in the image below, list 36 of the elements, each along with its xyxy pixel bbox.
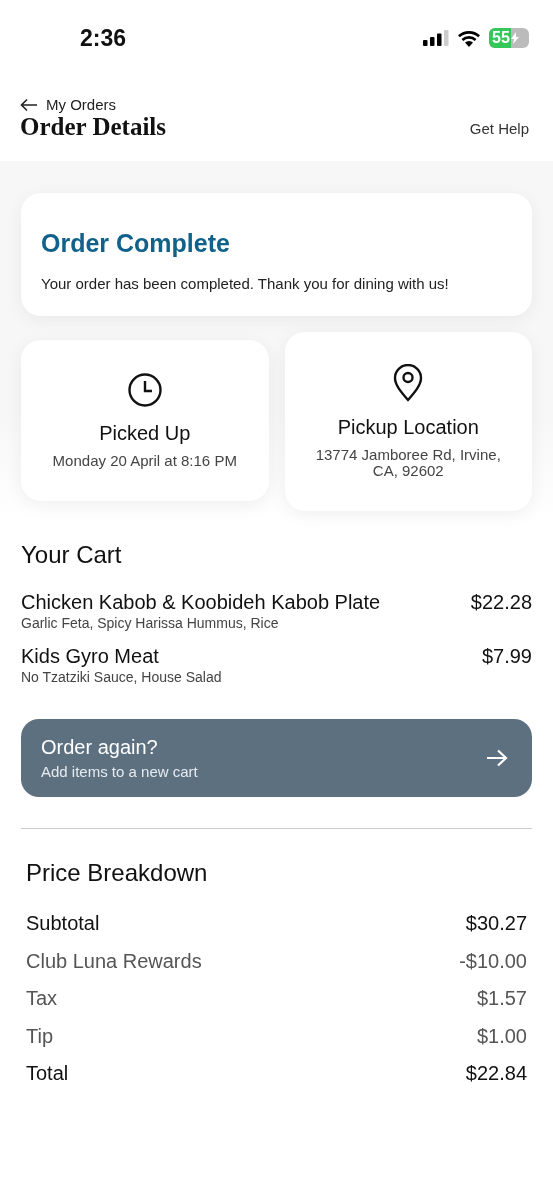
location-pin-icon	[393, 364, 424, 402]
back-link[interactable]: My Orders	[20, 96, 167, 113]
item-price: $22.28	[470, 591, 532, 615]
arrow-right-icon	[486, 749, 508, 767]
info-detail: Monday 20 April at 8:16 PM	[52, 453, 237, 469]
battery-icon: 55	[489, 28, 529, 48]
item-price: $7.99	[481, 645, 532, 669]
clock-icon	[126, 372, 163, 408]
signal-icon	[423, 30, 449, 46]
item-name: Chicken Kabob & Koobideh Kabob Plate	[21, 591, 381, 614]
wifi-icon	[457, 29, 481, 47]
price-label: Total	[26, 1062, 69, 1086]
price-value: $22.84	[465, 1062, 527, 1086]
price-label: Tip	[26, 1024, 54, 1048]
item-name: Kids Gyro Meat	[21, 645, 160, 668]
info-title: Pickup Location	[337, 416, 479, 439]
cart-heading: Your Cart	[21, 541, 123, 569]
price-label: Tax	[26, 987, 58, 1011]
price-value: -$10.00	[459, 949, 527, 973]
price-label: Subtotal	[26, 912, 100, 936]
back-arrow-icon	[20, 97, 38, 112]
order-again-button[interactable]: Order again? Add items to a new cart	[21, 719, 532, 797]
price-value: $1.57	[476, 987, 527, 1011]
status-message: Your order has been completed. Thank you for dining with us!	[41, 276, 450, 292]
status-title: Order Complete	[41, 229, 231, 258]
page-title: Order Details	[20, 113, 167, 141]
price-value: $1.00	[476, 1024, 527, 1048]
item-options: No Tzatziki Sauce, House Salad	[21, 669, 222, 685]
info-detail: 13774 Jamboree Rd, Irvine, CA, 92602	[314, 447, 502, 479]
item-options: Garlic Feta, Spicy Harissa Hummus, Rice	[21, 615, 381, 631]
price-label: Club Luna Rewards	[26, 949, 202, 973]
info-title: Picked Up	[99, 422, 191, 445]
get-help-link[interactable]: Get Help	[469, 120, 529, 137]
price-breakdown-heading: Price Breakdown	[26, 859, 209, 887]
status-time: 2:36	[80, 24, 127, 52]
price-value: $30.27	[465, 912, 527, 936]
